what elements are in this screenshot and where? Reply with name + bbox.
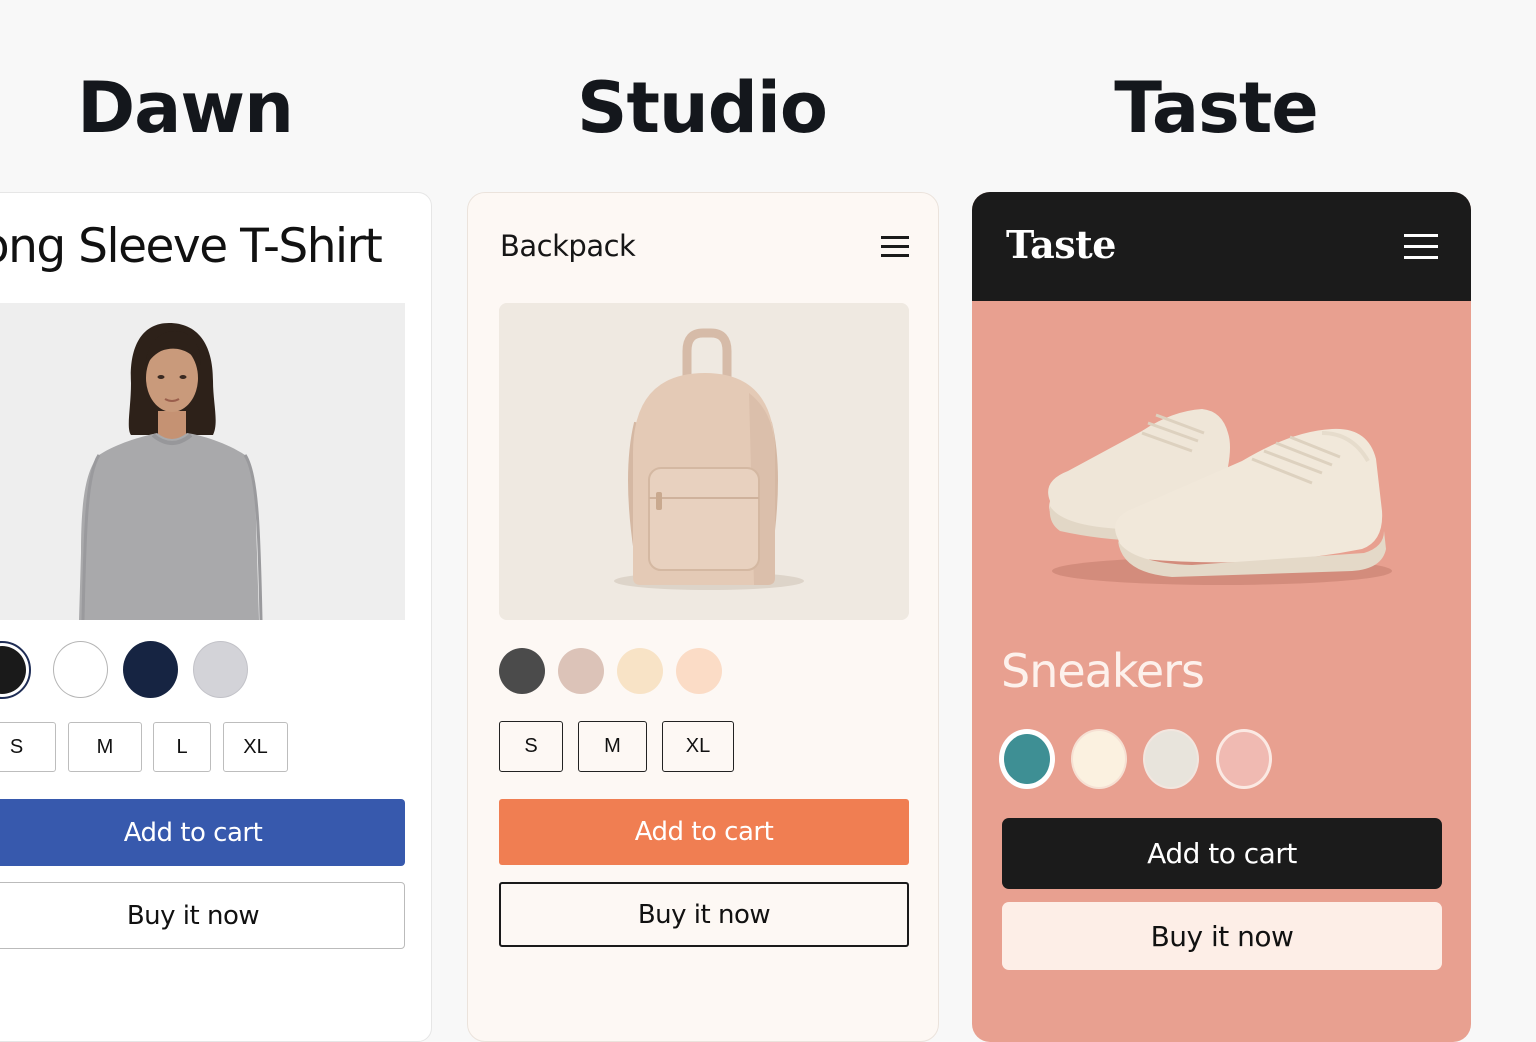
product-title: Backpack [500, 229, 636, 263]
product-title: Sneakers [1001, 644, 1205, 698]
size-option-l[interactable]: L [153, 722, 211, 772]
hamburger-icon[interactable] [881, 236, 909, 258]
dawn-product-card: Long Sleeve T-Shirt [0, 192, 432, 1042]
add-to-cart-button[interactable]: Add to cart [499, 799, 909, 865]
size-option-xl[interactable]: XL [223, 722, 288, 772]
swatch-taupe[interactable] [558, 648, 604, 694]
product-image[interactable] [499, 303, 909, 620]
buy-it-now-button[interactable]: Buy it now [1002, 902, 1442, 970]
add-to-cart-button[interactable]: Add to cart [0, 799, 405, 866]
swatch-cream[interactable] [617, 648, 663, 694]
swatch-black[interactable] [0, 641, 31, 699]
taste-product-card: Taste Sneakers Add to cart Buy it now [972, 192, 1471, 1042]
model-photo [0, 303, 405, 620]
swatch-teal[interactable] [999, 729, 1055, 789]
theme-heading-taste: Taste [1114, 67, 1319, 149]
backpack-photo [499, 303, 909, 620]
brand-logo[interactable]: Taste [1006, 222, 1116, 267]
swatch-peach[interactable] [676, 648, 722, 694]
add-to-cart-button[interactable]: Add to cart [1002, 818, 1442, 889]
swatch-navy[interactable] [123, 641, 178, 698]
product-image[interactable] [972, 301, 1471, 641]
size-option-s[interactable]: S [0, 722, 56, 772]
product-image[interactable] [0, 303, 405, 620]
swatch-gray[interactable] [193, 641, 248, 698]
swatch-charcoal[interactable] [499, 648, 545, 694]
theme-heading-dawn: Dawn [77, 67, 294, 149]
size-option-m[interactable]: M [68, 722, 142, 772]
hamburger-icon[interactable] [1404, 234, 1438, 260]
studio-product-card: Backpack S M XL Add to cart Buy it now [467, 192, 939, 1042]
product-title: Long Sleeve T-Shirt [0, 219, 383, 274]
swatch-blush[interactable] [1216, 729, 1272, 789]
header-bar: Taste [972, 192, 1471, 301]
size-option-m[interactable]: M [578, 721, 647, 772]
buy-it-now-button[interactable]: Buy it now [0, 882, 405, 949]
size-option-s[interactable]: S [499, 721, 563, 772]
sneakers-photo [1048, 409, 1392, 585]
swatch-cream[interactable] [1071, 729, 1127, 789]
theme-heading-studio: Studio [577, 67, 828, 149]
size-option-xl[interactable]: XL [662, 721, 734, 772]
swatch-bone[interactable] [1143, 729, 1199, 789]
buy-it-now-button[interactable]: Buy it now [499, 882, 909, 947]
swatch-white[interactable] [53, 641, 108, 698]
